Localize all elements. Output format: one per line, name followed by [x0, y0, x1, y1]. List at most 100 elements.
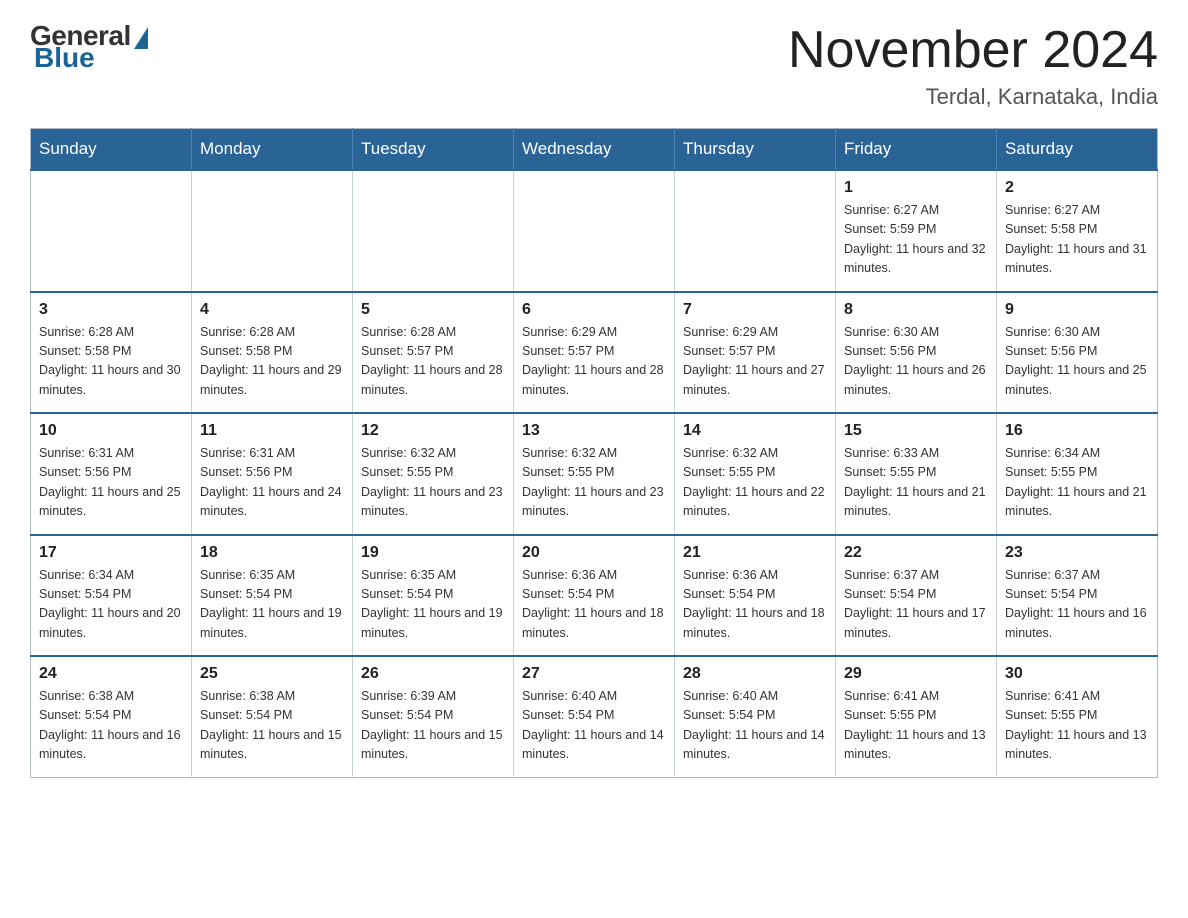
day-info: Sunrise: 6:38 AMSunset: 5:54 PMDaylight:…: [200, 687, 344, 765]
calendar-week-row: 24 Sunrise: 6:38 AMSunset: 5:54 PMDayligh…: [31, 656, 1158, 777]
day-info: Sunrise: 6:32 AMSunset: 5:55 PMDaylight:…: [361, 444, 505, 522]
day-number: 18: [200, 544, 344, 562]
calendar-week-row: 1 Sunrise: 6:27 AMSunset: 5:59 PMDaylight…: [31, 170, 1158, 292]
day-number: 17: [39, 544, 183, 562]
day-info: Sunrise: 6:34 AMSunset: 5:54 PMDaylight:…: [39, 566, 183, 644]
calendar-cell: 26 Sunrise: 6:39 AMSunset: 5:54 PMDayligh…: [353, 656, 514, 777]
day-info: Sunrise: 6:38 AMSunset: 5:54 PMDaylight:…: [39, 687, 183, 765]
day-info: Sunrise: 6:39 AMSunset: 5:54 PMDaylight:…: [361, 687, 505, 765]
day-info: Sunrise: 6:35 AMSunset: 5:54 PMDaylight:…: [200, 566, 344, 644]
day-number: 7: [683, 301, 827, 319]
calendar-week-row: 17 Sunrise: 6:34 AMSunset: 5:54 PMDayligh…: [31, 535, 1158, 657]
calendar-cell: 6 Sunrise: 6:29 AMSunset: 5:57 PMDaylight…: [514, 292, 675, 414]
calendar-week-row: 3 Sunrise: 6:28 AMSunset: 5:58 PMDaylight…: [31, 292, 1158, 414]
calendar-cell: 12 Sunrise: 6:32 AMSunset: 5:55 PMDayligh…: [353, 413, 514, 535]
day-info: Sunrise: 6:28 AMSunset: 5:58 PMDaylight:…: [200, 323, 344, 401]
calendar-cell: 2Sunrise: 6:27 AMSunset: 5:58 PMDaylight…: [997, 170, 1158, 292]
weekday-header: Tuesday: [353, 129, 514, 171]
day-info: Sunrise: 6:40 AMSunset: 5:54 PMDaylight:…: [683, 687, 827, 765]
calendar-cell: 3 Sunrise: 6:28 AMSunset: 5:58 PMDaylight…: [31, 292, 192, 414]
weekday-header: Saturday: [997, 129, 1158, 171]
day-info: Sunrise: 6:31 AMSunset: 5:56 PMDaylight:…: [39, 444, 183, 522]
day-info: Sunrise: 6:36 AMSunset: 5:54 PMDaylight:…: [522, 566, 666, 644]
day-number: 21: [683, 544, 827, 562]
day-info: Sunrise: 6:28 AMSunset: 5:58 PMDaylight:…: [39, 323, 183, 401]
day-info: Sunrise: 6:33 AMSunset: 5:55 PMDaylight:…: [844, 444, 988, 522]
calendar-table: SundayMondayTuesdayWednesdayThursdayFrid…: [30, 128, 1158, 778]
calendar-cell: 22 Sunrise: 6:37 AMSunset: 5:54 PMDayligh…: [836, 535, 997, 657]
day-number: 24: [39, 665, 183, 683]
day-number: 26: [361, 665, 505, 683]
day-number: 28: [683, 665, 827, 683]
calendar-cell: 19 Sunrise: 6:35 AMSunset: 5:54 PMDayligh…: [353, 535, 514, 657]
day-number: 3: [39, 301, 183, 319]
calendar-cell: 11Sunrise: 6:31 AMSunset: 5:56 PMDayligh…: [192, 413, 353, 535]
calendar-cell: 25Sunrise: 6:38 AMSunset: 5:54 PMDayligh…: [192, 656, 353, 777]
day-info: Sunrise: 6:32 AMSunset: 5:55 PMDaylight:…: [683, 444, 827, 522]
calendar-week-row: 10 Sunrise: 6:31 AMSunset: 5:56 PMDayligh…: [31, 413, 1158, 535]
calendar-cell: [675, 170, 836, 292]
day-info: Sunrise: 6:28 AMSunset: 5:57 PMDaylight:…: [361, 323, 505, 401]
day-info: Sunrise: 6:29 AMSunset: 5:57 PMDaylight:…: [522, 323, 666, 401]
day-number: 22: [844, 544, 988, 562]
calendar-cell: 1 Sunrise: 6:27 AMSunset: 5:59 PMDaylight…: [836, 170, 997, 292]
day-info: Sunrise: 6:29 AMSunset: 5:57 PMDaylight:…: [683, 323, 827, 401]
calendar-cell: 20 Sunrise: 6:36 AMSunset: 5:54 PMDayligh…: [514, 535, 675, 657]
calendar-cell: [31, 170, 192, 292]
calendar-cell: 28 Sunrise: 6:40 AMSunset: 5:54 PMDayligh…: [675, 656, 836, 777]
weekday-header: Sunday: [31, 129, 192, 171]
calendar-cell: 23 Sunrise: 6:37 AMSunset: 5:54 PMDayligh…: [997, 535, 1158, 657]
day-info: Sunrise: 6:37 AMSunset: 5:54 PMDaylight:…: [1005, 566, 1149, 644]
title-section: November 2024 Terdal, Karnataka, India: [788, 20, 1158, 110]
weekday-header: Monday: [192, 129, 353, 171]
day-number: 4: [200, 301, 344, 319]
calendar-cell: 21 Sunrise: 6:36 AMSunset: 5:54 PMDayligh…: [675, 535, 836, 657]
day-number: 12: [361, 422, 505, 440]
calendar-cell: 18 Sunrise: 6:35 AMSunset: 5:54 PMDayligh…: [192, 535, 353, 657]
calendar-cell: 5 Sunrise: 6:28 AMSunset: 5:57 PMDaylight…: [353, 292, 514, 414]
day-info: Sunrise: 6:40 AMSunset: 5:54 PMDaylight:…: [522, 687, 666, 765]
day-number: 1: [844, 179, 988, 197]
day-number: 5: [361, 301, 505, 319]
calendar-cell: 30Sunrise: 6:41 AMSunset: 5:55 PMDayligh…: [997, 656, 1158, 777]
day-number: 8: [844, 301, 988, 319]
day-number: 13: [522, 422, 666, 440]
weekday-header-row: SundayMondayTuesdayWednesdayThursdayFrid…: [31, 129, 1158, 171]
day-number: 10: [39, 422, 183, 440]
calendar-cell: 13 Sunrise: 6:32 AMSunset: 5:55 PMDayligh…: [514, 413, 675, 535]
day-number: 14: [683, 422, 827, 440]
calendar-cell: 9Sunrise: 6:30 AMSunset: 5:56 PMDaylight…: [997, 292, 1158, 414]
day-info: Sunrise: 6:32 AMSunset: 5:55 PMDaylight:…: [522, 444, 666, 522]
day-number: 23: [1005, 544, 1149, 562]
day-number: 29: [844, 665, 988, 683]
day-number: 19: [361, 544, 505, 562]
calendar-cell: 10 Sunrise: 6:31 AMSunset: 5:56 PMDayligh…: [31, 413, 192, 535]
day-info: Sunrise: 6:27 AMSunset: 5:59 PMDaylight:…: [844, 201, 988, 279]
day-info: Sunrise: 6:37 AMSunset: 5:54 PMDaylight:…: [844, 566, 988, 644]
day-number: 16: [1005, 422, 1149, 440]
day-info: Sunrise: 6:36 AMSunset: 5:54 PMDaylight:…: [683, 566, 827, 644]
calendar-cell: [192, 170, 353, 292]
logo-blue-text: Blue: [34, 42, 95, 74]
calendar-cell: 15 Sunrise: 6:33 AMSunset: 5:55 PMDayligh…: [836, 413, 997, 535]
calendar-cell: 29Sunrise: 6:41 AMSunset: 5:55 PMDayligh…: [836, 656, 997, 777]
day-number: 15: [844, 422, 988, 440]
day-info: Sunrise: 6:31 AMSunset: 5:56 PMDaylight:…: [200, 444, 344, 522]
calendar-cell: 4 Sunrise: 6:28 AMSunset: 5:58 PMDaylight…: [192, 292, 353, 414]
calendar-cell: 14 Sunrise: 6:32 AMSunset: 5:55 PMDayligh…: [675, 413, 836, 535]
day-number: 6: [522, 301, 666, 319]
calendar-cell: 7 Sunrise: 6:29 AMSunset: 5:57 PMDaylight…: [675, 292, 836, 414]
calendar-cell: 8 Sunrise: 6:30 AMSunset: 5:56 PMDaylight…: [836, 292, 997, 414]
day-info: Sunrise: 6:34 AMSunset: 5:55 PMDaylight:…: [1005, 444, 1149, 522]
calendar-cell: 24 Sunrise: 6:38 AMSunset: 5:54 PMDayligh…: [31, 656, 192, 777]
logo-arrow-icon: [134, 27, 148, 49]
calendar-cell: 17 Sunrise: 6:34 AMSunset: 5:54 PMDayligh…: [31, 535, 192, 657]
weekday-header: Friday: [836, 129, 997, 171]
logo: General Blue: [30, 20, 148, 74]
day-info: Sunrise: 6:30 AMSunset: 5:56 PMDaylight:…: [844, 323, 988, 401]
day-info: Sunrise: 6:30 AMSunset: 5:56 PMDaylight:…: [1005, 323, 1149, 401]
day-info: Sunrise: 6:35 AMSunset: 5:54 PMDaylight:…: [361, 566, 505, 644]
day-info: Sunrise: 6:27 AMSunset: 5:58 PMDaylight:…: [1005, 201, 1149, 279]
weekday-header: Thursday: [675, 129, 836, 171]
day-number: 20: [522, 544, 666, 562]
